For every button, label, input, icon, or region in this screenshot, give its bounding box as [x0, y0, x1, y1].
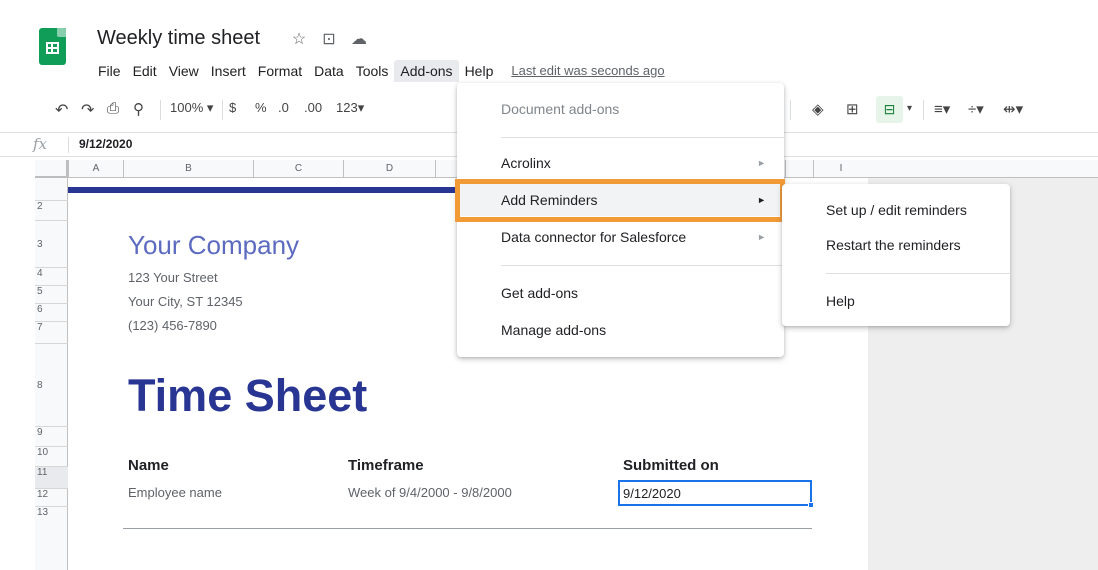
menu-item-get-addons[interactable]: Get add-ons	[457, 277, 784, 309]
column-header-a[interactable]: A	[68, 160, 123, 178]
menu-item-manage-addons[interactable]: Manage add-ons	[457, 314, 784, 346]
print-icon[interactable]: ⎙	[107, 100, 119, 117]
menu-data[interactable]: Data	[308, 60, 350, 82]
move-to-folder-icon[interactable]: ⊡	[320, 29, 338, 49]
column-header-i[interactable]: I	[813, 160, 868, 178]
zoom-select[interactable]: 100% ▾	[170, 100, 213, 116]
sheets-logo-icon[interactable]	[39, 28, 66, 65]
city-address[interactable]: Your City, ST 12345	[128, 294, 243, 309]
employee-name-cell[interactable]: Employee name	[128, 485, 222, 500]
menu-addons[interactable]: Add-ons	[394, 59, 459, 82]
fill-handle[interactable]	[808, 502, 814, 508]
column-header-b[interactable]: B	[123, 160, 253, 178]
name-label[interactable]: Name	[128, 457, 169, 474]
menu-file[interactable]: File	[92, 60, 127, 82]
merge-cells-icon[interactable]: ⊟	[876, 96, 903, 123]
column-header-d[interactable]: D	[343, 160, 435, 178]
menu-help[interactable]: Help	[459, 60, 500, 82]
menu-insert[interactable]: Insert	[205, 60, 252, 82]
menu-item-setup-reminders[interactable]: Set up / edit reminders	[782, 194, 1010, 226]
more-formats-select[interactable]: 123▾	[336, 100, 364, 116]
selected-cell-submitted-date[interactable]: 9/12/2020	[618, 480, 814, 508]
divider	[123, 528, 812, 529]
row-header[interactable]: 8	[35, 343, 68, 426]
text-wrap-icon[interactable]: ⇹▾	[1003, 100, 1023, 118]
submenu-arrow-icon: ►	[757, 232, 766, 242]
menu-edit[interactable]: Edit	[127, 60, 163, 82]
document-title[interactable]: Weekly time sheet	[97, 27, 260, 50]
last-edit-link[interactable]: Last edit was seconds ago	[511, 63, 664, 78]
select-all-corner[interactable]	[35, 160, 68, 178]
increase-decimal-button[interactable]: .00	[304, 100, 322, 115]
undo-icon[interactable]: ↶	[55, 100, 68, 120]
row-header[interactable]: 11	[35, 466, 68, 488]
row-header[interactable]: 13	[35, 506, 68, 524]
merge-dropdown-icon[interactable]: ▾	[907, 103, 912, 114]
menu-format[interactable]: Format	[252, 60, 308, 82]
horizontal-align-icon[interactable]: ≡▾	[934, 100, 950, 118]
star-icon[interactable]: ☆	[290, 29, 308, 49]
formula-input[interactable]: 9/12/2020	[79, 137, 132, 151]
fill-color-icon[interactable]: ◈	[812, 100, 824, 118]
menu-item-salesforce[interactable]: Data connector for Salesforce ►	[457, 221, 784, 253]
currency-format-button[interactable]: $	[229, 100, 236, 115]
column-header-c[interactable]: C	[253, 160, 343, 178]
submitted-label[interactable]: Submitted on	[623, 457, 719, 474]
menu-tools[interactable]: Tools	[350, 60, 395, 82]
timeframe-cell[interactable]: Week of 9/4/2000 - 9/8/2000	[348, 485, 512, 500]
row-header[interactable]: 3	[35, 220, 68, 267]
annotation-highlight-box	[455, 179, 785, 222]
timeframe-label[interactable]: Timeframe	[348, 457, 424, 474]
menu-item-restart-reminders[interactable]: Restart the reminders	[782, 229, 1010, 261]
menu-item-help[interactable]: Help	[782, 285, 1010, 317]
row-header[interactable]: 9	[35, 426, 68, 446]
company-name[interactable]: Your Company	[128, 230, 299, 261]
row-header[interactable]: 2	[35, 200, 68, 220]
menu-view[interactable]: View	[163, 60, 205, 82]
row-header[interactable]: 4	[35, 267, 68, 285]
menu-item-acrolinx[interactable]: Acrolinx ►	[457, 147, 784, 179]
reminders-submenu: Set up / edit reminders Restart the remi…	[782, 184, 1010, 326]
vertical-align-icon[interactable]: ÷▾	[968, 100, 984, 118]
menu-bar: File Edit View Insert Format Data Tools …	[92, 58, 665, 83]
fx-icon: fx	[33, 135, 48, 153]
cloud-status-icon[interactable]: ☁	[350, 29, 368, 49]
row-header[interactable]: 5	[35, 285, 68, 303]
phone-number[interactable]: (123) 456-7890	[128, 318, 217, 333]
street-address[interactable]: 123 Your Street	[128, 270, 218, 285]
percent-format-button[interactable]: %	[255, 100, 267, 115]
row-header[interactable]: 7	[35, 321, 68, 343]
redo-icon[interactable]: ↷	[81, 100, 94, 120]
submenu-arrow-icon: ►	[757, 158, 766, 168]
time-sheet-title[interactable]: Time Sheet	[128, 370, 367, 422]
row-header[interactable]: 6	[35, 303, 68, 321]
menu-item-document-addons: Document add-ons	[501, 101, 620, 117]
row-headers: 2 3 4 5 6 7 8 9 10 11 12 13	[35, 178, 68, 570]
paint-format-icon[interactable]: ⚲	[133, 100, 144, 118]
row-header[interactable]: 10	[35, 446, 68, 466]
decrease-decimal-button[interactable]: .0	[278, 100, 289, 115]
row-header[interactable]: 12	[35, 488, 68, 506]
borders-icon[interactable]: ⊞	[846, 100, 859, 118]
